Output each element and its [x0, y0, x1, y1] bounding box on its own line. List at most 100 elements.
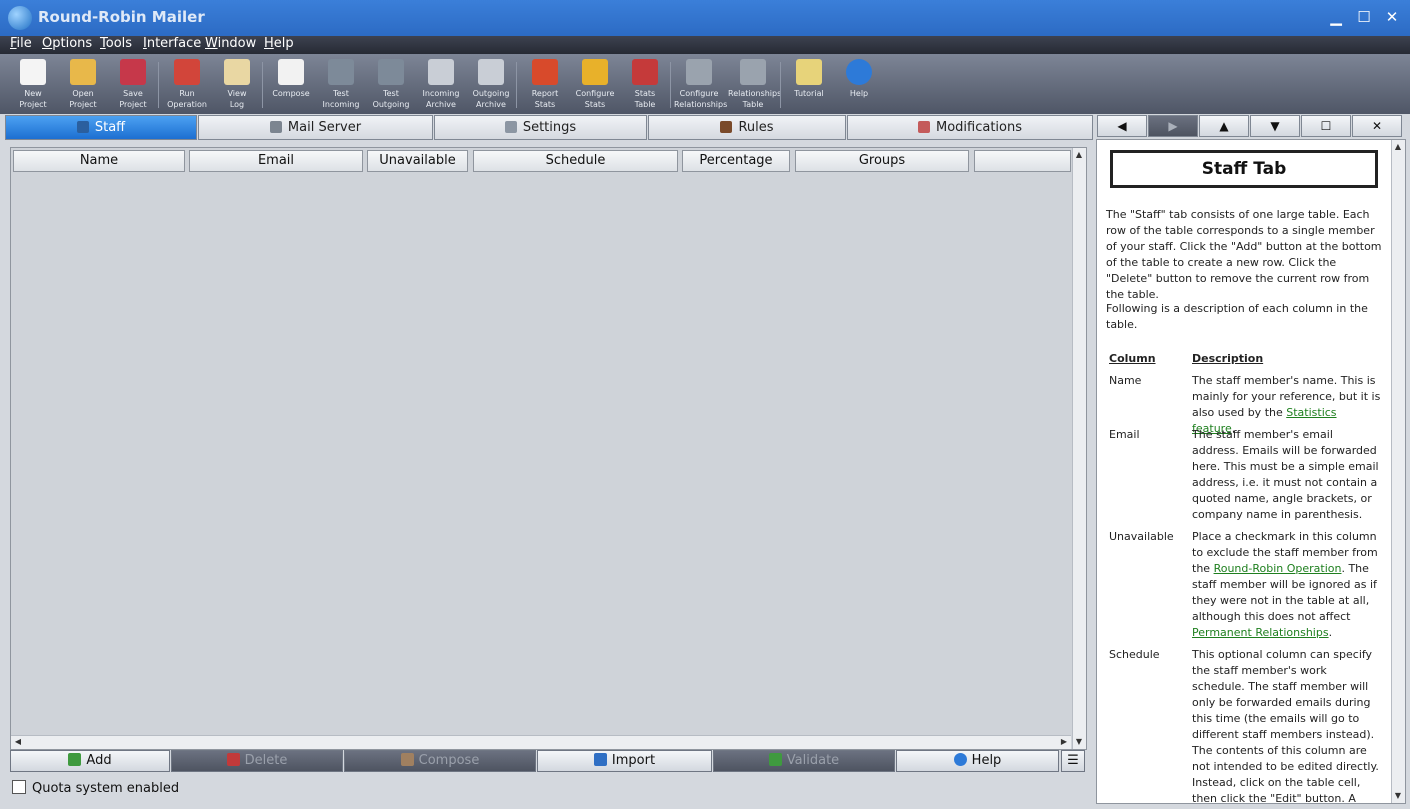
toolbar-button-compose[interactable]: Compose — [266, 56, 316, 112]
maximize-button[interactable]: ☐ — [1352, 6, 1376, 28]
toolbar-separator — [158, 62, 159, 108]
toolbar-button-incoming-archive[interactable]: Incoming Archive — [416, 56, 466, 112]
configure-stats-icon — [582, 59, 608, 85]
toolbar-button-new-project[interactable]: New Project — [8, 56, 58, 112]
help-close-button[interactable]: ✕ — [1352, 115, 1402, 137]
toolbar-button-run-operation[interactable]: Run Operation — [162, 56, 212, 112]
view-log-icon — [224, 59, 250, 85]
delete-icon — [226, 753, 240, 766]
tab-staff[interactable]: Staff — [5, 115, 197, 140]
toolbar-label: Save Project — [119, 89, 147, 109]
help-scrollbar[interactable]: ▲ ▼ — [1391, 140, 1405, 803]
test-incoming-icon — [328, 59, 354, 85]
toolbar-button-test-outgoing[interactable]: Test Outgoing — [366, 56, 416, 112]
menu-interface[interactable]: Interface — [143, 36, 201, 52]
help-intro: The "Staff" tab consists of one large ta… — [1106, 208, 1382, 301]
menu-options[interactable]: Options — [42, 36, 92, 52]
toolbar-button-configure-stats[interactable]: Configure Stats — [570, 56, 620, 112]
column-header-unavailable[interactable]: Unavailable — [367, 150, 468, 172]
outgoing-archive-icon — [478, 59, 504, 85]
button-label: Add — [86, 753, 112, 768]
toolbar-button-test-incoming[interactable]: Test Incoming — [316, 56, 366, 112]
help-forward-button[interactable]: ▶ — [1148, 115, 1198, 137]
scroll-up-icon[interactable]: ▲ — [1073, 149, 1085, 161]
toolbar-button-tutorial[interactable]: Tutorial — [784, 56, 834, 112]
toolbar-button-view-log[interactable]: View Log — [212, 56, 262, 112]
delete-button[interactable]: Delete — [171, 750, 343, 772]
button-label: Compose — [418, 753, 480, 768]
column-header-email[interactable]: Email — [189, 150, 363, 172]
add-button[interactable]: Add — [10, 750, 170, 772]
scroll-right-icon[interactable]: ▶ — [1058, 736, 1070, 748]
configure-relationships-icon — [686, 59, 712, 85]
toolbar-label: Outgoing Archive — [472, 89, 510, 109]
staff-table[interactable]: Name Email Unavailable Schedule Percentage Gr… — [10, 147, 1087, 750]
toolbar-label: Test Incoming — [322, 89, 360, 109]
toolbar-button-help[interactable]: Help — [834, 56, 884, 112]
tab-rules[interactable]: Rules — [648, 115, 846, 140]
import-button[interactable]: Import — [537, 750, 712, 772]
horizontal-scrollbar[interactable]: ◀ ▶ — [11, 735, 1071, 749]
toolbar-label: Help — [849, 89, 869, 98]
settings-icon — [504, 121, 517, 133]
menu-tools[interactable]: Tools — [100, 36, 132, 52]
column-header-name[interactable]: Name — [13, 150, 185, 172]
scroll-down-icon[interactable]: ▼ — [1073, 736, 1085, 748]
help-down-button[interactable]: ▼ — [1250, 115, 1300, 137]
help-description-header: Description — [1192, 352, 1264, 365]
menu-file[interactable]: File — [10, 36, 32, 52]
toolbar-button-relationships-table[interactable]: Relationships Table — [728, 56, 781, 112]
help-navigation: ◀ ▶ ▲ ▼ ☐ ✕ — [1097, 115, 1403, 137]
help-scroll-down-icon[interactable]: ▼ — [1392, 790, 1404, 802]
help-desc-email: The staff member's email address. Emails… — [1192, 428, 1379, 521]
close-button[interactable]: ✕ — [1380, 6, 1404, 28]
compose-button[interactable]: Compose — [344, 750, 536, 772]
tab-mail-server[interactable]: Mail Server — [198, 115, 433, 140]
column-header-schedule[interactable]: Schedule — [473, 150, 678, 172]
help-desc-unavailable: Place a checkmark in this column to excl… — [1192, 530, 1378, 639]
vertical-scrollbar[interactable]: ▲ ▼ — [1072, 148, 1086, 749]
rules-icon — [720, 121, 733, 133]
toolbar-button-outgoing-archive[interactable]: Outgoing Archive — [466, 56, 516, 112]
help-title: Staff Tab — [1110, 150, 1378, 188]
toolbar-label: Compose — [272, 89, 310, 98]
toolbar-label: Configure Relationships — [674, 89, 728, 109]
report-stats-icon — [532, 59, 558, 85]
tab-modifications[interactable]: Modifications — [847, 115, 1093, 140]
help-up-button[interactable]: ▲ — [1199, 115, 1249, 137]
permanent-relationships-link[interactable]: Permanent Relationships — [1192, 626, 1329, 639]
help-term-schedule: Schedule — [1109, 648, 1160, 661]
column-header-blank[interactable] — [974, 150, 1071, 172]
tab-settings[interactable]: Settings — [434, 115, 647, 140]
minimize-button[interactable]: ▁ — [1324, 6, 1348, 28]
help-scroll-up-icon[interactable]: ▲ — [1392, 141, 1404, 153]
tutorial-icon — [796, 59, 822, 85]
tab-bar: Staff Mail Server Settings Rules Modificatio… — [5, 115, 1093, 141]
help-restore-button[interactable]: ☐ — [1301, 115, 1351, 137]
column-header-groups[interactable]: Groups — [795, 150, 969, 172]
menu-help[interactable]: Help — [264, 36, 294, 52]
toolbar-button-save-project[interactable]: Save Project — [108, 56, 158, 112]
table-menu-button[interactable]: ☰ — [1061, 750, 1085, 772]
scroll-left-icon[interactable]: ◀ — [12, 736, 24, 748]
toolbar-button-stats-table[interactable]: Stats Table — [620, 56, 670, 112]
toolbar-button-report-stats[interactable]: Report Stats — [520, 56, 570, 112]
title-bar: Round-Robin Mailer ▁ ☐ ✕ — [0, 0, 1410, 36]
toolbar-button-configure-relationships[interactable]: Configure Relationships — [674, 56, 728, 112]
tab-label: Rules — [738, 120, 774, 135]
checkbox-icon[interactable] — [12, 780, 26, 794]
toolbar: New Project Open Project Save Project Run O… — [0, 54, 1410, 114]
round-robin-operation-link[interactable]: Round-Robin Operation — [1214, 562, 1342, 575]
help-column-header: Column — [1109, 352, 1156, 365]
help-button[interactable]: Help — [896, 750, 1059, 772]
menu-window[interactable]: Window — [205, 36, 256, 52]
toolbar-button-open-project[interactable]: Open Project — [58, 56, 108, 112]
incoming-archive-icon — [428, 59, 454, 85]
menu-bar: File Options Tools Interface Window Help — [0, 36, 1410, 54]
open-project-icon — [70, 59, 96, 85]
help-back-button[interactable]: ◀ — [1097, 115, 1147, 137]
quota-checkbox[interactable]: Quota system enabled — [12, 780, 179, 796]
validate-button[interactable]: Validate — [713, 750, 895, 772]
column-header-percentage[interactable]: Percentage — [682, 150, 790, 172]
toolbar-label: Test Outgoing — [372, 89, 410, 109]
